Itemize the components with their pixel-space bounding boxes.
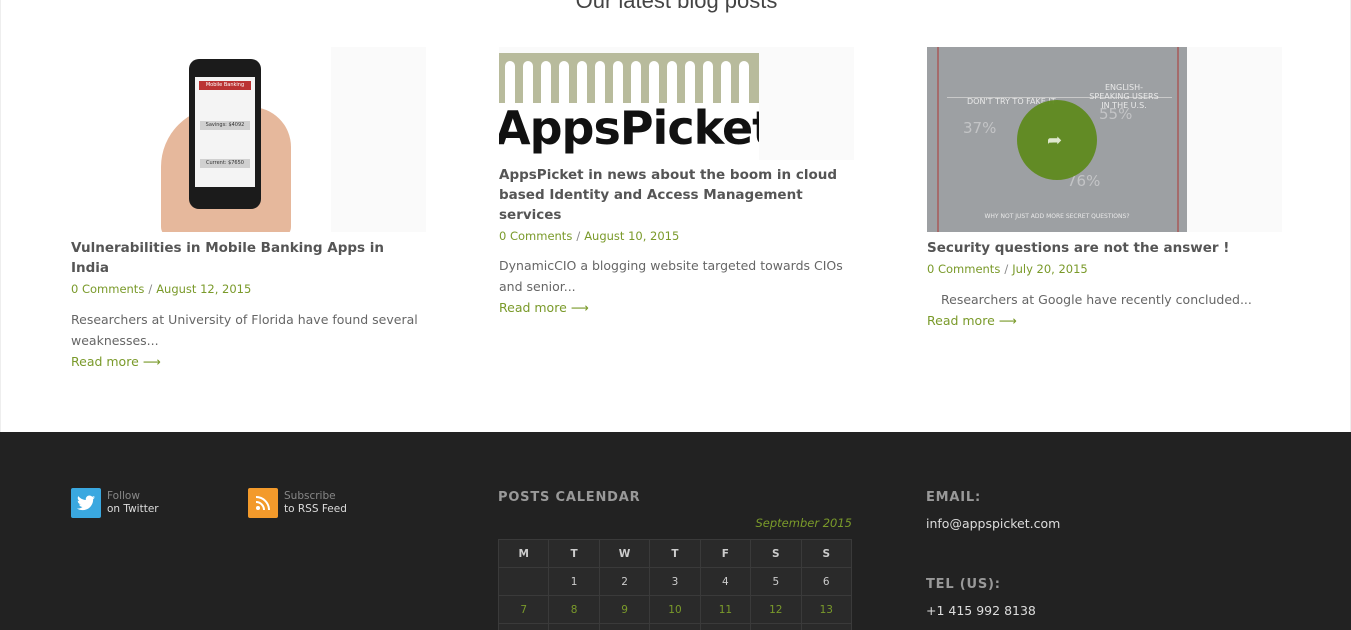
- calendar-caption: September 2015: [755, 516, 853, 530]
- rss-icon: [248, 488, 278, 518]
- read-more-link[interactable]: Read more ⟶: [927, 310, 1017, 331]
- blog-post-1: Mobile Banking Savings: $4092 Current: $…: [71, 47, 426, 372]
- share-icon: ➦: [1047, 130, 1063, 151]
- blog-section: Our latest blog posts Mobile Banking Sav…: [0, 0, 1351, 432]
- posts-calendar: MT WT FS S 1 23 45 6 7 8 9 10 11 12 13: [497, 539, 853, 630]
- post-date[interactable]: July 20, 2015: [1012, 262, 1088, 276]
- calendar-day-link[interactable]: 10: [649, 595, 701, 624]
- email-label: EMAIL:: [926, 490, 981, 505]
- calendar-week: 1 23 45 6: [497, 567, 853, 596]
- follow-twitter-link[interactable]: Follow on Twitter: [71, 488, 159, 518]
- post-excerpt: Researchers at Google have recently conc…: [941, 292, 1252, 307]
- post-date[interactable]: August 10, 2015: [584, 229, 679, 243]
- appspicket-logo-image: AppsPicket: [499, 53, 759, 160]
- calendar-day-link[interactable]: 13: [800, 595, 853, 624]
- post-thumbnail[interactable]: DON'T TRY TO FAKE IT ENGLISH-SPEAKING US…: [927, 47, 1282, 232]
- post-date[interactable]: August 12, 2015: [156, 282, 251, 296]
- post-meta: 0 Comments / August 12, 2015: [71, 282, 252, 296]
- section-title: Our latest blog posts: [575, 0, 778, 13]
- calendar-day-link[interactable]: 8: [548, 595, 600, 624]
- read-more-link[interactable]: Read more ⟶: [71, 351, 161, 372]
- post-meta: 0 Comments / August 10, 2015: [499, 229, 680, 243]
- post-title[interactable]: Vulnerabilities in Mobile Banking Apps i…: [71, 238, 426, 278]
- post-excerpt: DynamicCIO a blogging website targeted t…: [499, 258, 843, 294]
- blog-post-3: DON'T TRY TO FAKE IT ENGLISH-SPEAKING US…: [927, 47, 1282, 331]
- read-more-link[interactable]: Read more ⟶: [499, 297, 589, 318]
- post-excerpt: Researchers at University of Florida hav…: [71, 312, 418, 348]
- calendar-day-link[interactable]: 9: [598, 595, 651, 624]
- post-thumbnail[interactable]: AppsPicket: [499, 47, 854, 160]
- footer: Follow on Twitter Subscribe to RSS Feed …: [0, 432, 1351, 630]
- post-title[interactable]: AppsPicket in news about the boom in clo…: [499, 165, 854, 225]
- comments-link[interactable]: 0 Comments: [499, 229, 572, 243]
- email-link[interactable]: info@appspicket.com: [926, 516, 1060, 531]
- calendar-day-link[interactable]: 11: [699, 595, 752, 624]
- comments-link[interactable]: 0 Comments: [71, 282, 144, 296]
- tel-value: +1 415 992 8138: [926, 603, 1036, 618]
- post-thumbnail[interactable]: Mobile Banking Savings: $4092 Current: $…: [71, 47, 426, 232]
- comments-link[interactable]: 0 Comments: [927, 262, 1000, 276]
- post-meta: 0 Comments / July 20, 2015: [927, 262, 1088, 276]
- tel-label: TEL (US):: [926, 577, 1001, 592]
- calendar-day-link[interactable]: 7: [497, 595, 550, 624]
- blog-post-2: AppsPicket AppsPicket in news about the …: [499, 47, 854, 318]
- infographic-image: DON'T TRY TO FAKE IT ENGLISH-SPEAKING US…: [927, 47, 1187, 232]
- calendar-week: 7 8 9 10 11 12 13: [497, 595, 853, 624]
- calendar-day-link[interactable]: 12: [750, 595, 802, 624]
- calendar-heading: POSTS CALENDAR: [498, 490, 641, 505]
- post-title[interactable]: Security questions are not the answer !: [927, 238, 1282, 258]
- subscribe-rss-link[interactable]: Subscribe to RSS Feed: [248, 488, 347, 518]
- twitter-icon: [71, 488, 101, 518]
- phone-in-hand-image: Mobile Banking Savings: $4092 Current: $…: [71, 47, 331, 232]
